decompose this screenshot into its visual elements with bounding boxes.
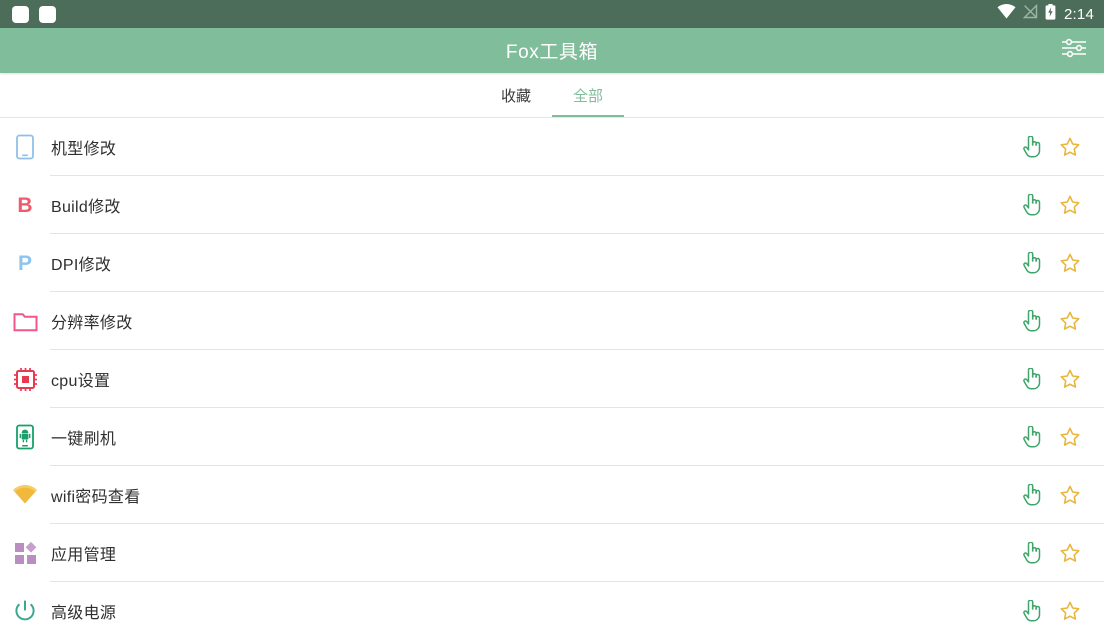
list-item[interactable]: 高级电源 xyxy=(0,582,1104,640)
letter-b-icon: B xyxy=(17,193,33,217)
shortcut-button[interactable] xyxy=(1020,425,1044,449)
list-item-actions xyxy=(1020,541,1092,565)
app-bar: Fox工具箱 xyxy=(0,28,1104,73)
favorite-button[interactable] xyxy=(1058,425,1082,449)
tab-label: 全部 xyxy=(572,87,603,105)
list-item[interactable]: 应用管理 xyxy=(0,524,1104,582)
shortcut-button[interactable] xyxy=(1020,309,1044,333)
list-item-actions xyxy=(1020,251,1092,275)
wifi-icon xyxy=(997,4,1016,24)
letter-p-icon: P xyxy=(17,251,32,275)
list-item-label: wifi密码查看 xyxy=(51,489,141,506)
favorite-button[interactable] xyxy=(1058,541,1082,565)
shortcut-button[interactable] xyxy=(1020,193,1044,217)
shortcut-button[interactable] xyxy=(1020,541,1044,565)
list-item[interactable]: 机型修改 xyxy=(0,118,1104,176)
list-item[interactable]: B Build修改 xyxy=(0,176,1104,234)
notification-icon xyxy=(12,5,29,23)
phone-outline-icon xyxy=(0,134,50,160)
list-item[interactable]: 分辨率修改 xyxy=(0,292,1104,350)
list-item-label: 分辨率修改 xyxy=(51,315,133,332)
settings-button[interactable] xyxy=(1056,33,1092,69)
shortcut-button[interactable] xyxy=(1020,251,1044,275)
status-bar-notifications xyxy=(12,5,56,23)
apps-grid-icon xyxy=(0,541,50,565)
list-item-label: 高级电源 xyxy=(51,605,117,622)
tab-bar: 收藏 全部 xyxy=(0,73,1104,118)
status-bar-system-icons: 2:14 xyxy=(997,3,1094,25)
tool-list: 机型修改 B Build修改 P DPI修改 分辨率修改 cpu设置 一键刷机 … xyxy=(0,118,1104,640)
favorite-button[interactable] xyxy=(1058,309,1082,333)
list-item-label: 应用管理 xyxy=(51,547,117,564)
status-bar: 2:14 xyxy=(0,0,1104,28)
favorite-button[interactable] xyxy=(1058,599,1082,623)
list-item-label: Build修改 xyxy=(51,199,121,216)
favorite-button[interactable] xyxy=(1058,135,1082,159)
notification-icon xyxy=(39,5,56,23)
list-item-actions xyxy=(1020,135,1092,159)
clock: 2:14 xyxy=(1064,5,1094,23)
tune-icon xyxy=(1061,37,1087,64)
shortcut-button[interactable] xyxy=(1020,135,1044,159)
tab-all[interactable]: 全部 xyxy=(552,73,624,117)
list-item-actions xyxy=(1020,193,1092,217)
list-item[interactable]: P DPI修改 xyxy=(0,234,1104,292)
power-icon xyxy=(0,599,50,623)
favorite-button[interactable] xyxy=(1058,251,1082,275)
wifi-icon xyxy=(0,485,50,505)
favorite-button[interactable] xyxy=(1058,193,1082,217)
list-item[interactable]: wifi密码查看 xyxy=(0,466,1104,524)
list-item-label: cpu设置 xyxy=(51,373,111,390)
list-item-label: 机型修改 xyxy=(51,141,117,158)
list-item-actions xyxy=(1020,483,1092,507)
list-item-actions xyxy=(1020,425,1092,449)
battery-charging-icon xyxy=(1045,3,1056,25)
shortcut-button[interactable] xyxy=(1020,367,1044,391)
list-item-label: DPI修改 xyxy=(51,257,112,274)
list-item-label: 一键刷机 xyxy=(51,431,117,448)
shortcut-button[interactable] xyxy=(1020,483,1044,507)
page-title: Fox工具箱 xyxy=(505,42,599,63)
tab-label: 收藏 xyxy=(500,87,531,105)
list-item-actions xyxy=(1020,309,1092,333)
favorite-button[interactable] xyxy=(1058,483,1082,507)
list-item-actions xyxy=(1020,367,1092,391)
favorite-button[interactable] xyxy=(1058,367,1082,391)
tab-favorites[interactable]: 收藏 xyxy=(480,73,552,117)
cpu-chip-icon xyxy=(0,367,50,392)
shortcut-button[interactable] xyxy=(1020,599,1044,623)
phone-android-flash-icon xyxy=(0,424,50,450)
list-item[interactable]: 一键刷机 xyxy=(0,408,1104,466)
list-item-actions xyxy=(1020,599,1092,623)
list-item[interactable]: cpu设置 xyxy=(0,350,1104,408)
signal-off-icon xyxy=(1022,3,1038,24)
folder-outline-icon xyxy=(0,311,50,332)
